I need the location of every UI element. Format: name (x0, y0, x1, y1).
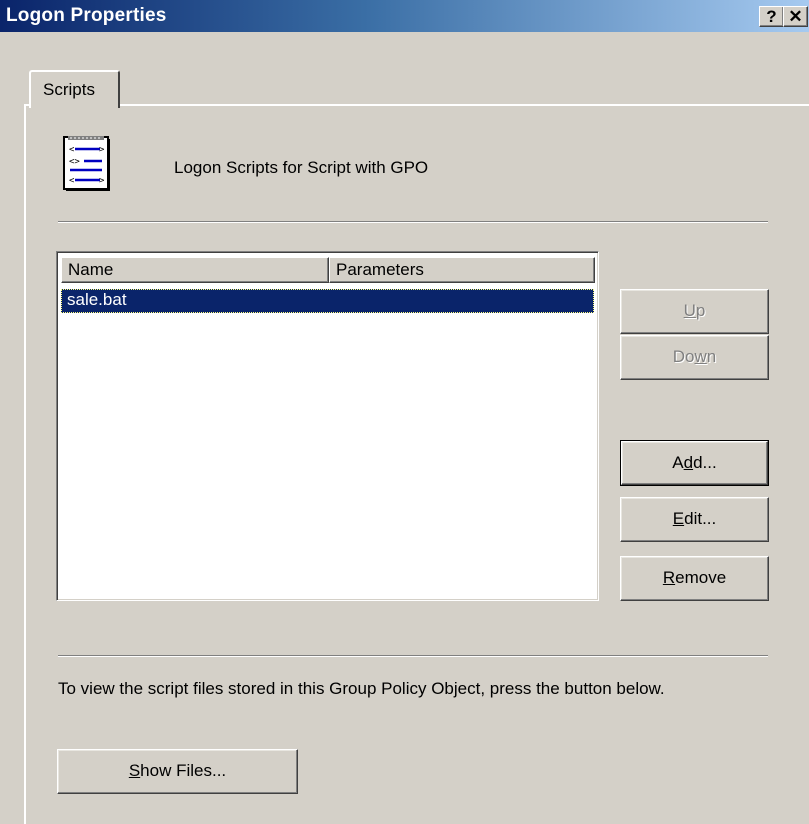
column-header-parameters[interactable]: Parameters (329, 257, 595, 283)
title-bar[interactable]: Logon Properties ? ✕ (0, 0, 809, 32)
down-button-label: Down (672, 347, 717, 366)
svg-text:<: < (69, 145, 75, 155)
scripts-list[interactable]: Name Parameters sale.bat (56, 251, 599, 601)
up-button[interactable]: Up (620, 289, 769, 334)
svg-text:>: > (99, 145, 105, 155)
add-button[interactable]: Add... (620, 440, 769, 486)
help-icon: ? (766, 7, 777, 26)
show-files-button[interactable]: Show Files... (57, 749, 298, 794)
separator-top (58, 221, 768, 223)
remove-button[interactable]: Remove (620, 556, 769, 601)
column-header-name[interactable]: Name (61, 257, 329, 283)
edit-button-label: Edit... (672, 509, 717, 528)
list-item[interactable]: sale.bat (61, 289, 594, 313)
close-button[interactable]: ✕ (783, 6, 808, 27)
remove-button-label: Remove (662, 568, 727, 587)
tab-scripts[interactable]: Scripts (29, 70, 120, 108)
info-text: To view the script files stored in this … (58, 679, 665, 698)
up-button-label: Up (683, 301, 706, 320)
logon-properties-dialog: Logon Properties ? ✕ Scripts < > <> < > … (0, 0, 809, 824)
down-button[interactable]: Down (620, 335, 769, 380)
close-icon: ✕ (788, 7, 803, 26)
help-button[interactable]: ? (759, 6, 784, 27)
separator-bottom (58, 655, 768, 657)
svg-text:<: < (69, 176, 75, 186)
window-title: Logon Properties (6, 5, 167, 26)
list-item-name: sale.bat (67, 290, 127, 309)
svg-text:>: > (99, 176, 105, 186)
show-files-button-label: Show Files... (128, 761, 227, 780)
scripts-heading: Logon Scripts for Script with GPO (174, 158, 429, 177)
edit-button[interactable]: Edit... (620, 497, 769, 542)
script-file-icon: < > <> < > (63, 136, 110, 191)
svg-text:<>: <> (69, 157, 80, 167)
add-button-label: Add... (672, 453, 717, 472)
tab-scripts-label: Scripts (43, 80, 95, 99)
